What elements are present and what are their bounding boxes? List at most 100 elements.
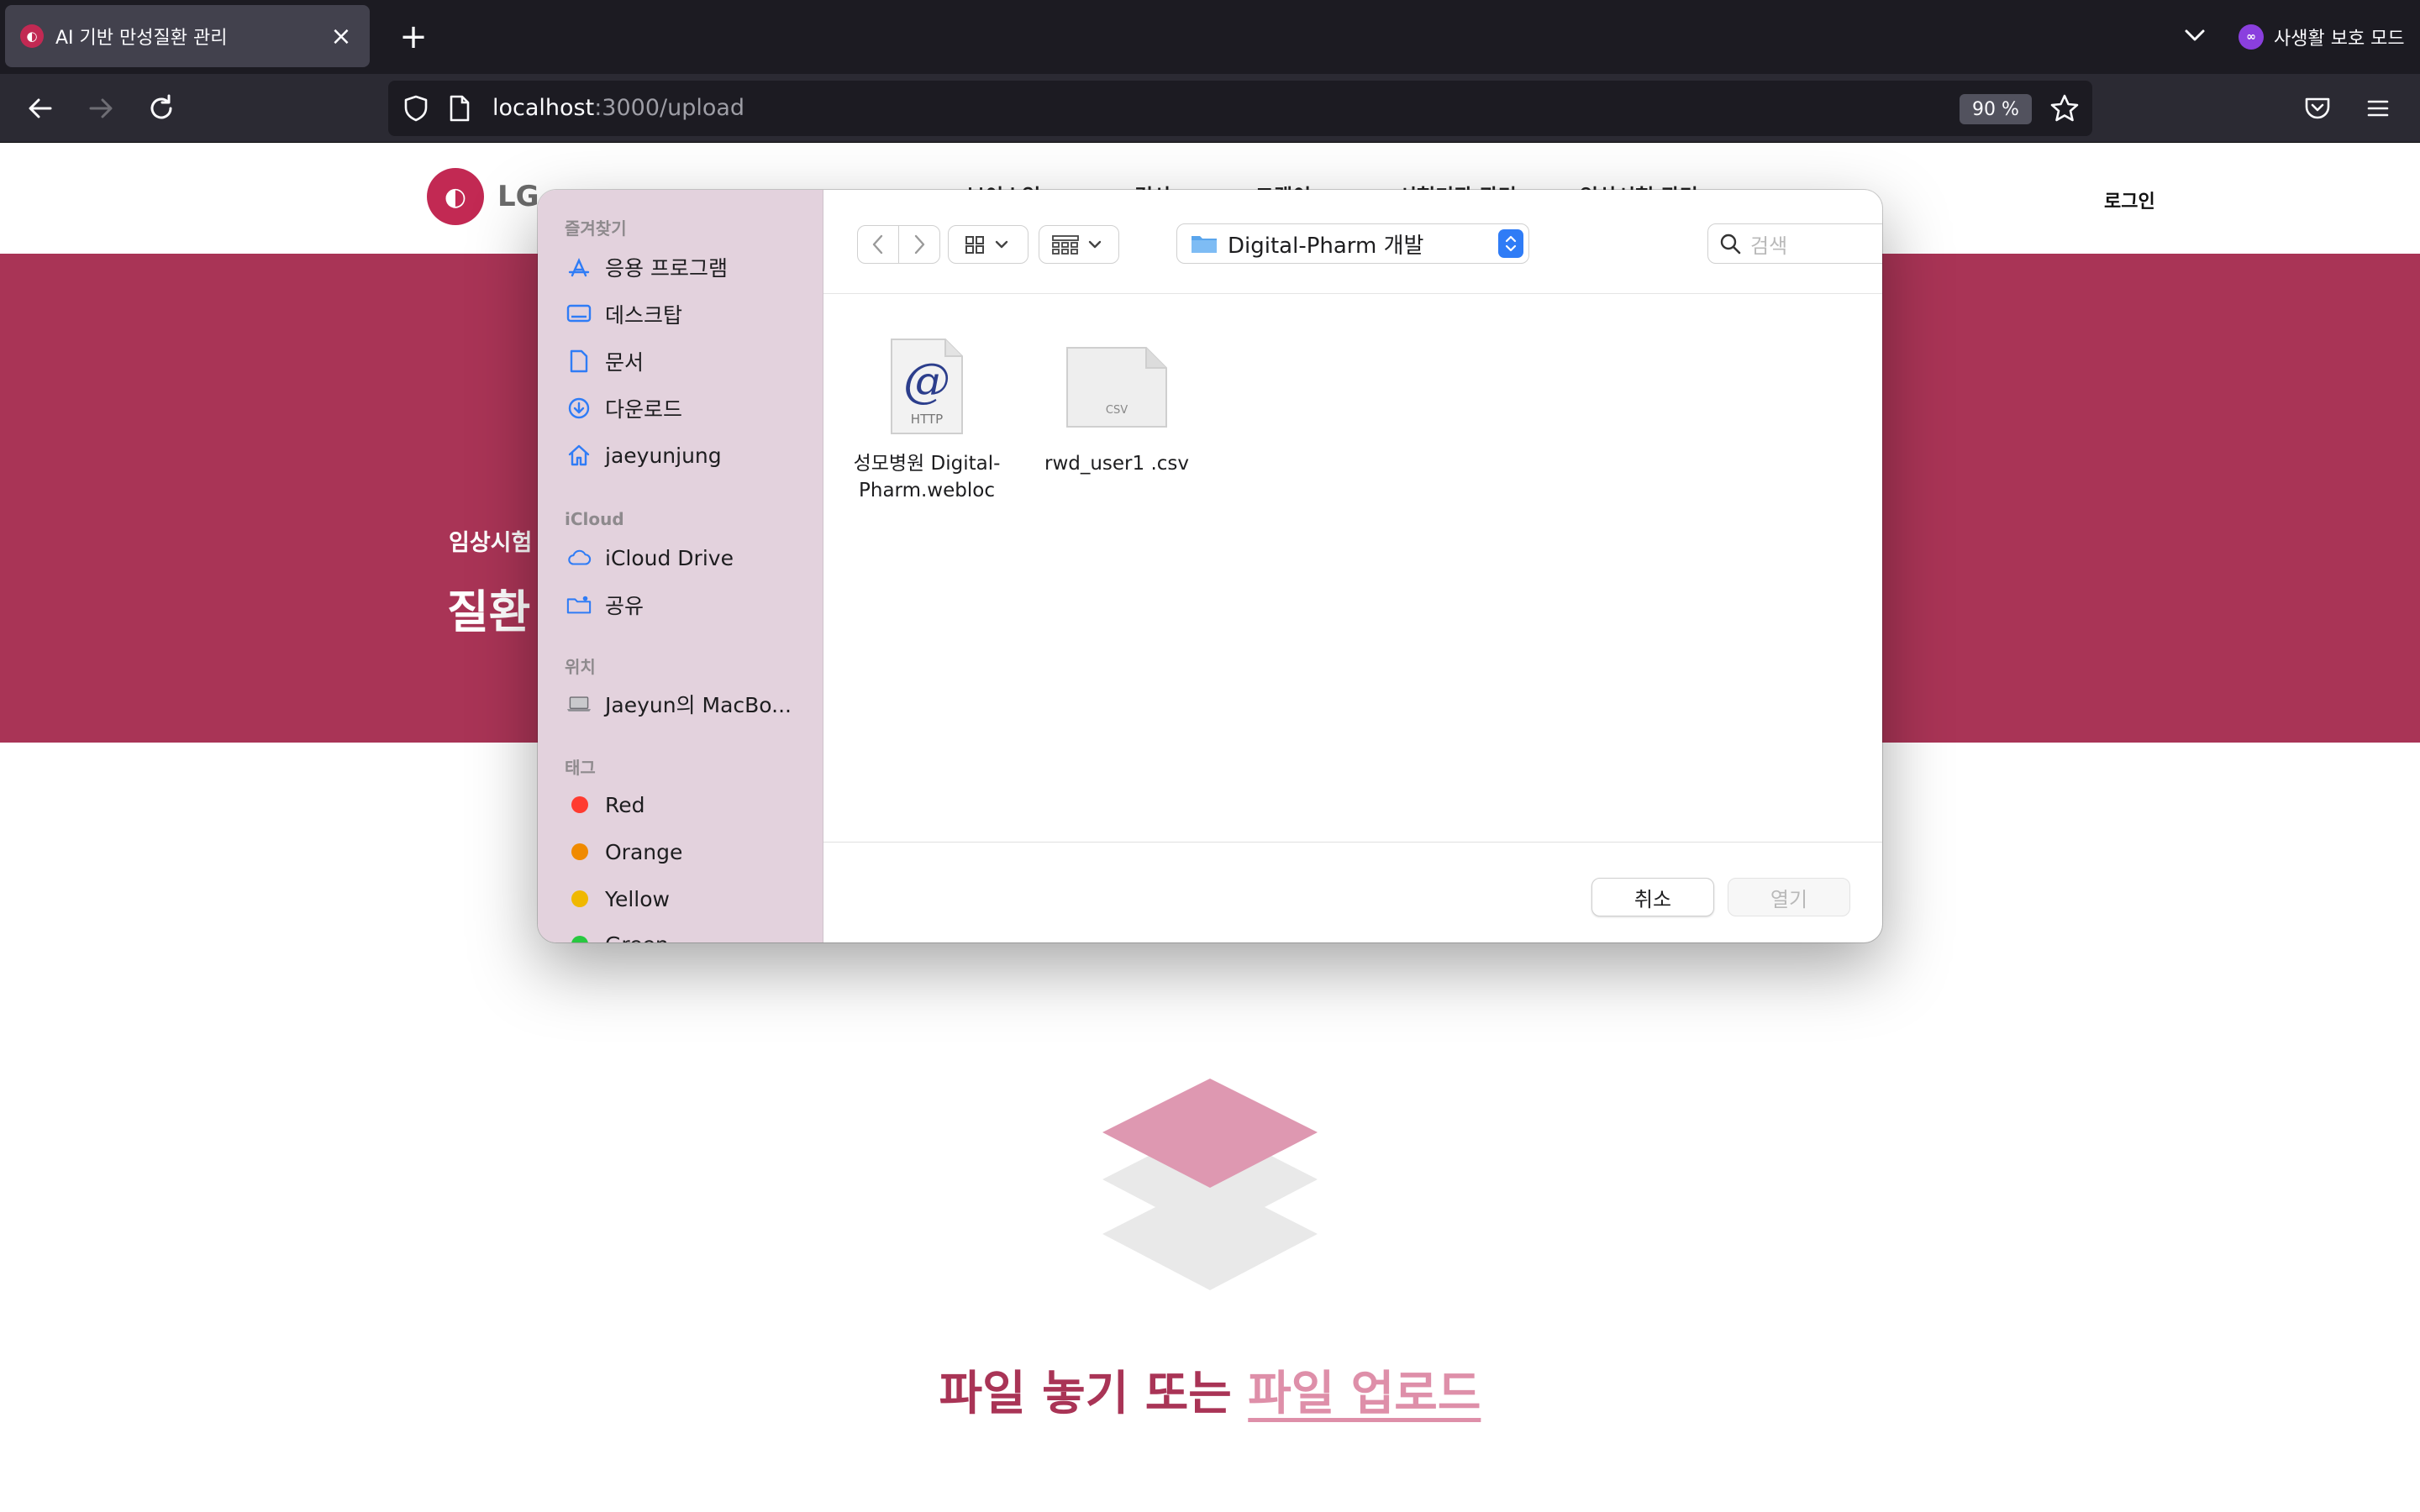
shield-icon[interactable] xyxy=(402,94,430,126)
page-icon xyxy=(447,94,472,126)
back-arrow-icon[interactable] xyxy=(18,87,62,130)
file-name: 성모병원 Digital-Pharm.webloc xyxy=(853,453,1001,501)
search-input[interactable]: 검색 xyxy=(1707,223,1882,264)
forward-arrow-icon[interactable] xyxy=(79,87,123,130)
sidebar-item-label: Green xyxy=(605,932,669,943)
lg-logo-icon: ◐ xyxy=(20,24,44,48)
pocket-icon[interactable] xyxy=(2296,87,2339,130)
zoom-level-badge[interactable]: 90 % xyxy=(1960,94,2032,124)
sidebar-item-label: 다운로드 xyxy=(605,397,683,422)
icloud-section-title: iCloud xyxy=(565,509,624,529)
tab-list-chevron-icon[interactable] xyxy=(2178,18,2212,52)
tab-title: AI 기반 만성질환 관리 xyxy=(55,28,228,49)
sidebar-item-label: Red xyxy=(605,792,645,817)
folder-name: Digital-Pharm 개발 xyxy=(1228,233,1424,259)
document-icon xyxy=(566,349,592,374)
close-tab-icon[interactable]: × xyxy=(324,22,358,51)
url-bar[interactable]: localhost:3000/upload 90 % xyxy=(388,81,2092,136)
forward-chevron-icon[interactable] xyxy=(898,225,940,264)
orange-tag-dot-icon xyxy=(571,843,588,860)
sidebar-item-home[interactable]: jaeyunjung xyxy=(566,437,810,474)
sidebar-tag-red[interactable]: Red xyxy=(566,786,810,823)
icon-view-button[interactable] xyxy=(948,225,1028,264)
desktop-icon xyxy=(566,302,592,327)
home-icon xyxy=(566,443,592,468)
file-badge: CSV xyxy=(1106,404,1128,417)
search-placeholder: 검색 xyxy=(1750,234,1788,258)
search-icon xyxy=(1718,232,1742,255)
file-open-dialog: 즐겨찾기 응용 프로그램 데스크탑 문서 다운로드 jaeyunjung iCl… xyxy=(538,190,1882,942)
file-item-csv[interactable]: CSV rwd_user1 .csv xyxy=(1028,336,1205,477)
file-browser-area: @ HTTP 성모병원 Digital-Pharm.webloc CSV rwd… xyxy=(823,294,1882,843)
lg-logo-icon[interactable]: ◐ xyxy=(427,168,484,225)
file-item-webloc[interactable]: @ HTTP 성모병원 Digital-Pharm.webloc xyxy=(839,336,1015,504)
group-grid-icon xyxy=(1052,235,1102,255)
sidebar-item-label: 문서 xyxy=(605,350,644,375)
folder-icon xyxy=(1191,233,1218,255)
sidebar-item-label: jaeyunjung xyxy=(605,443,722,468)
yellow-tag-dot-icon xyxy=(571,890,588,907)
menu-hamburger-icon[interactable] xyxy=(2356,87,2400,130)
browser-tab[interactable]: ◐ AI 기반 만성질환 관리 × xyxy=(5,5,370,67)
sidebar-item-label: Orange xyxy=(605,839,683,864)
file-badge: HTTP xyxy=(911,412,943,427)
hero-subtitle: 임상시험 xyxy=(449,530,533,556)
sidebar-item-label: Jaeyun의 MacBo... xyxy=(605,693,792,717)
folder-location-select[interactable]: Digital-Pharm 개발 xyxy=(1176,223,1529,264)
favorites-section-title: 즐겨찾기 xyxy=(565,218,627,239)
shared-folder-icon xyxy=(566,592,592,617)
tags-section-title: 태그 xyxy=(565,758,596,778)
dialog-sidebar: 즐겨찾기 응용 프로그램 데스크탑 문서 다운로드 jaeyunjung iCl… xyxy=(538,190,823,942)
grid-view-icon xyxy=(965,236,1008,254)
applications-icon xyxy=(566,255,592,280)
select-arrows-icon xyxy=(1498,229,1523,258)
cloud-icon xyxy=(566,545,592,570)
sidebar-item-label: Yellow xyxy=(605,886,670,911)
locations-section-title: 위치 xyxy=(565,657,596,677)
sidebar-item-downloads[interactable]: 다운로드 xyxy=(566,390,810,427)
sidebar-item-icloud-drive[interactable]: iCloud Drive xyxy=(566,539,810,576)
private-mask-icon: ∞ xyxy=(2238,24,2264,50)
drop-text: 파일 놓기 또는 xyxy=(939,1367,1249,1421)
green-tag-dot-icon xyxy=(571,936,588,942)
sidebar-tag-green[interactable]: Green xyxy=(566,926,810,942)
file-glyph: @ xyxy=(903,354,950,408)
url-text[interactable]: localhost:3000/upload xyxy=(492,95,744,121)
webloc-file-icon: @ HTTP xyxy=(839,336,1015,440)
sidebar-item-desktop[interactable]: 데스크탑 xyxy=(566,296,810,333)
sidebar-item-applications[interactable]: 응용 프로그램 xyxy=(566,249,810,286)
open-button[interactable]: 열기 xyxy=(1728,878,1850,916)
dialog-footer: 취소 열기 xyxy=(823,842,1882,942)
csv-file-icon: CSV xyxy=(1028,336,1205,440)
sidebar-item-label: 데스크탑 xyxy=(605,303,683,328)
bookmark-star-icon[interactable] xyxy=(2049,92,2081,128)
dialog-toolbar: Digital-Pharm 개발 검색 xyxy=(823,190,1882,294)
private-mode-label: 사생활 보호 모드 xyxy=(2274,29,2405,50)
back-chevron-icon[interactable] xyxy=(857,225,899,264)
sidebar-item-label: iCloud Drive xyxy=(605,545,734,570)
url-path: :3000/upload xyxy=(594,95,745,121)
new-tab-button[interactable]: + xyxy=(392,15,435,59)
laptop-icon xyxy=(566,691,592,717)
download-icon xyxy=(566,396,592,421)
sidebar-item-shared[interactable]: 공유 xyxy=(566,586,810,623)
sidebar-item-macbook[interactable]: Jaeyun의 MacBo... xyxy=(566,685,810,722)
browser-nav-bar: localhost:3000/upload 90 % xyxy=(0,74,2420,143)
group-view-button[interactable] xyxy=(1039,225,1119,264)
drop-instructions: 파일 놓기 또는 파일 업로드 xyxy=(0,1356,2420,1424)
sidebar-item-documents[interactable]: 문서 xyxy=(566,343,810,380)
logo-text[interactable]: LG xyxy=(497,180,539,213)
cancel-button[interactable]: 취소 xyxy=(1591,878,1714,916)
sidebar-item-label: 공유 xyxy=(605,594,644,618)
browser-tab-bar: ◐ AI 기반 만성질환 관리 × + ∞ 사생활 보호 모드 xyxy=(0,0,2420,74)
file-name: rwd_user1 .csv xyxy=(1044,453,1190,475)
hero-title: 질환 xyxy=(447,585,531,638)
sidebar-tag-yellow[interactable]: Yellow xyxy=(566,880,810,917)
sidebar-tag-orange[interactable]: Orange xyxy=(566,833,810,870)
sidebar-item-label: 응용 프로그램 xyxy=(605,256,728,281)
reload-icon[interactable] xyxy=(139,87,183,130)
red-tag-dot-icon xyxy=(571,796,588,813)
layers-icon xyxy=(1092,1079,1328,1331)
file-upload-link[interactable]: 파일 업로드 xyxy=(1248,1367,1481,1421)
login-link[interactable]: 로그인 xyxy=(2104,186,2155,213)
